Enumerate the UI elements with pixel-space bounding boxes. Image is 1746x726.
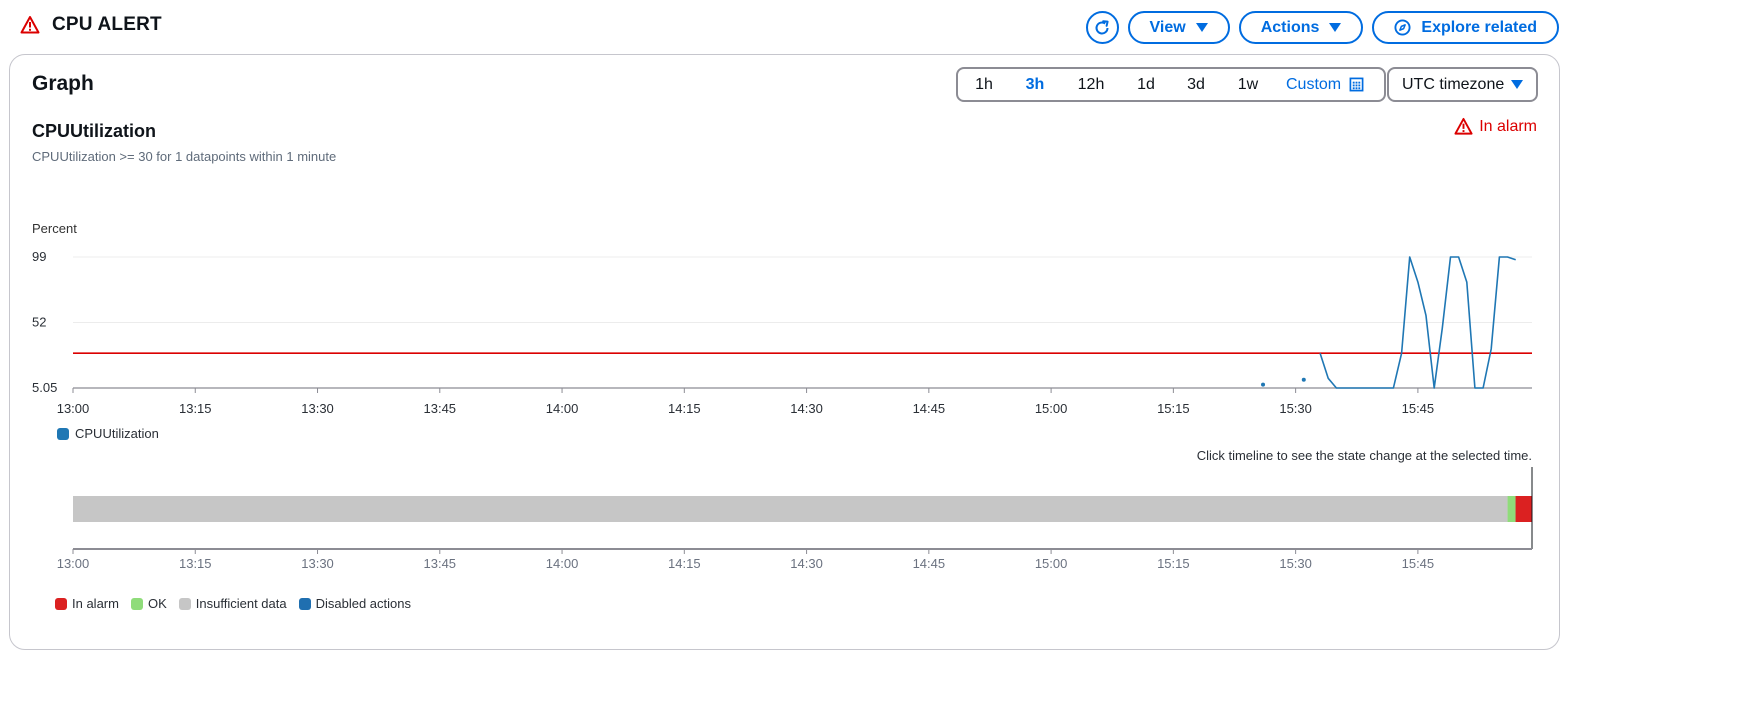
- actions-button-label: Actions: [1260, 18, 1320, 36]
- compass-icon: [1394, 19, 1411, 36]
- timeline-tick-label: 15:30: [1279, 556, 1312, 571]
- actions-button[interactable]: Actions: [1238, 11, 1364, 44]
- legend-swatch: [130, 597, 143, 610]
- timeline-tick-label: 15:00: [1035, 556, 1068, 571]
- view-button[interactable]: View: [1127, 11, 1230, 44]
- timeline-tick-label: 14:45: [913, 556, 946, 571]
- refresh-icon: [1095, 19, 1109, 34]
- state-legend-item: In alarm: [55, 596, 119, 611]
- explore-related-button[interactable]: Explore related: [1372, 11, 1559, 44]
- timeline-segment[interactable]: [73, 496, 1508, 522]
- state-legend-label: OK: [147, 596, 167, 611]
- timeline-tick-label: 14:00: [546, 556, 579, 571]
- state-timeline[interactable]: 13:00 13:15 13:30 13:45 14:00 14:15 14:30 14:45…: [10, 55, 1561, 585]
- state-legend-item: OK: [130, 596, 167, 611]
- timeline-segment[interactable]: [1515, 496, 1532, 522]
- page-title: CPU ALERT: [52, 14, 162, 35]
- timeline-tick-label: 15:15: [1157, 556, 1190, 571]
- legend-swatch: [178, 597, 191, 610]
- graph-panel: Graph 1h 3h 12h 1d 3d 1w Custom UTC timezone C…: [9, 54, 1560, 650]
- alarm-title: CPU ALERT: [20, 14, 162, 36]
- state-legend-item: Disabled actions: [298, 596, 411, 611]
- timeline-segment[interactable]: [1507, 496, 1516, 522]
- view-button-label: View: [1149, 18, 1186, 36]
- legend-swatch: [298, 597, 311, 610]
- refresh-button[interactable]: [1085, 11, 1119, 44]
- explore-related-label: Explore related: [1421, 18, 1537, 36]
- legend-swatch: [55, 597, 67, 610]
- state-legend-item: Insufficient data: [178, 596, 287, 611]
- header-actions: View Actions Explore related: [1085, 11, 1559, 44]
- caret-down-icon: [1329, 23, 1342, 32]
- state-legend: In alarm OK Insufficient data Disabled acti…: [55, 596, 411, 611]
- state-legend-label: Insufficient data: [195, 596, 287, 611]
- timeline-tick-label: 14:15: [668, 556, 701, 571]
- caret-down-icon: [1195, 23, 1208, 32]
- timeline-tick-label: 13:30: [301, 556, 334, 571]
- timeline-tick-label: 13:15: [179, 556, 212, 571]
- state-legend-label: In alarm: [72, 596, 119, 611]
- page-header: CPU ALERT View Actions Explore related: [0, 0, 1568, 54]
- timeline-tick-label: 15:45: [1402, 556, 1435, 571]
- timeline-tick-label: 13:45: [424, 556, 457, 571]
- warning-icon: [20, 16, 40, 34]
- state-legend-label: Disabled actions: [315, 596, 411, 611]
- timeline-tick-label: 14:30: [790, 556, 823, 571]
- timeline-tick-label: 13:00: [57, 556, 90, 571]
